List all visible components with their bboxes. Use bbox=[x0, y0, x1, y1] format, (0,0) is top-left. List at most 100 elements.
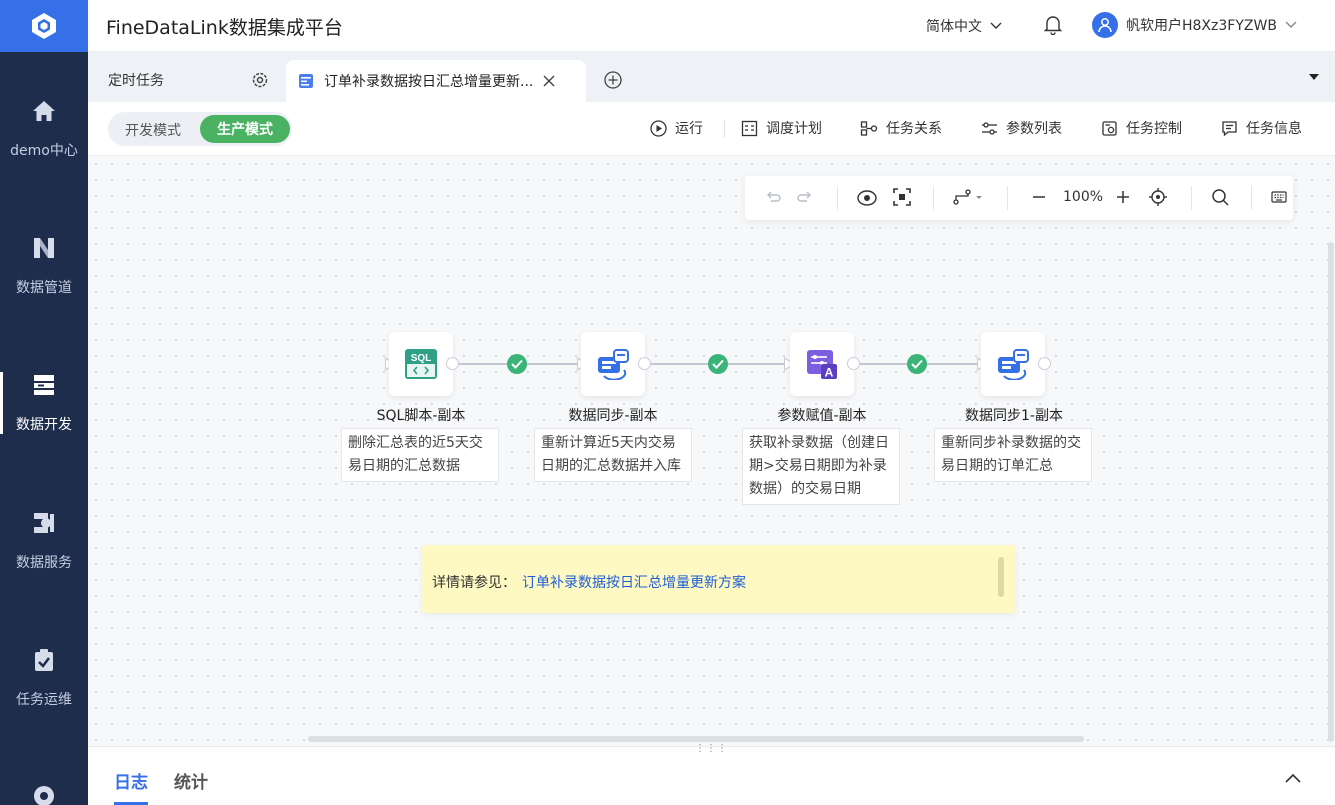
data-dev-icon bbox=[29, 370, 59, 400]
task-toolbar: 开发模式 生产模式 运行 调度计划 任务关系 参数列表 任务控制 任务信息 bbox=[88, 102, 1335, 156]
sliders-icon bbox=[982, 121, 997, 135]
tab-label: 订单补录数据按日汇总增量更新... bbox=[324, 74, 534, 90]
param-assign-icon: A bbox=[807, 350, 837, 380]
node-title: SQL脚本-副本 bbox=[376, 408, 466, 424]
logo[interactable] bbox=[0, 0, 88, 52]
sidebar-item-label: 数据服务 bbox=[16, 555, 72, 571]
zoom-out-icon[interactable] bbox=[1031, 188, 1047, 210]
dev-mode-option[interactable]: 开发模式 bbox=[125, 120, 181, 140]
node-title: 数据同步1-副本 bbox=[965, 408, 1063, 424]
chevron-up-icon[interactable] bbox=[1285, 771, 1301, 787]
success-check-icon bbox=[708, 354, 728, 374]
redo-icon[interactable] bbox=[797, 188, 815, 210]
sidebar-item-demo[interactable]: demo中心 bbox=[0, 96, 88, 206]
sidebar-item-label: 数据管道 bbox=[16, 280, 72, 296]
locate-icon[interactable] bbox=[1149, 188, 1167, 210]
sidebar-item-data-service[interactable]: 数据服务 bbox=[0, 508, 88, 618]
svg-text:A: A bbox=[825, 366, 834, 380]
undo-icon[interactable] bbox=[763, 188, 781, 210]
bell-icon[interactable] bbox=[1043, 15, 1063, 39]
flow-canvas[interactable]: 100% SQL SQL脚本-副本 删除汇总表的近5天交易日期的汇总数据 数据同… bbox=[88, 156, 1335, 746]
task-ops-icon bbox=[29, 645, 59, 675]
horizontal-scrollbar[interactable] bbox=[308, 736, 1084, 742]
close-icon[interactable] bbox=[543, 75, 555, 87]
sidebar-item-label: demo中心 bbox=[10, 143, 78, 159]
node-note: 重新计算近5天内交易日期的汇总数据并入库 bbox=[534, 428, 692, 482]
message-icon bbox=[1222, 120, 1237, 136]
relations-icon bbox=[860, 120, 878, 136]
mode-switch[interactable]: 开发模式 生产模式 bbox=[108, 112, 292, 146]
flow-node-data-sync[interactable] bbox=[581, 332, 645, 396]
resize-handle-icon[interactable]: ⋮⋮⋮ bbox=[695, 743, 728, 754]
home-icon bbox=[29, 96, 59, 126]
keyboard-icon[interactable] bbox=[1271, 190, 1287, 208]
canvas-toolbar: 100% bbox=[745, 176, 1293, 220]
node-output-port[interactable] bbox=[1038, 357, 1051, 370]
tab-list-dropdown-icon[interactable] bbox=[1309, 74, 1319, 80]
schedule-label: 调度计划 bbox=[766, 121, 822, 137]
add-tab-icon[interactable] bbox=[604, 71, 622, 93]
divider bbox=[724, 120, 725, 138]
flow-node-data-sync-1[interactable] bbox=[981, 332, 1045, 396]
divider bbox=[1251, 186, 1252, 210]
gear-icon[interactable] bbox=[251, 71, 269, 93]
param-list-button[interactable]: 参数列表 bbox=[981, 118, 1062, 138]
sidebar-item-task-ops[interactable]: 任务运维 bbox=[0, 645, 88, 755]
sidebar-item-pipeline[interactable]: 数据管道 bbox=[0, 233, 88, 343]
sidebar-item-data-dev[interactable]: 数据开发 bbox=[0, 370, 88, 480]
task-relations-button[interactable]: 任务关系 bbox=[860, 118, 942, 138]
node-title: 数据同步-副本 bbox=[568, 408, 658, 424]
params-label: 参数列表 bbox=[1006, 121, 1062, 137]
play-icon bbox=[650, 119, 667, 137]
tab-current-task[interactable]: 订单补录数据按日汇总增量更新... bbox=[286, 60, 586, 102]
node-output-port[interactable] bbox=[847, 357, 860, 370]
svg-text:SQL: SQL bbox=[411, 353, 432, 364]
flow-node-sql-script[interactable]: SQL bbox=[389, 332, 453, 396]
hint-note: 详情请参见： 订单补录数据按日汇总增量更新方案 bbox=[422, 545, 1016, 613]
view-eye-icon[interactable] bbox=[857, 188, 877, 210]
zoom-in-icon[interactable] bbox=[1115, 188, 1131, 210]
search-icon[interactable] bbox=[1211, 188, 1229, 210]
schedule-button[interactable]: 调度计划 bbox=[741, 118, 822, 138]
hint-label: 详情请参见： bbox=[432, 575, 516, 591]
relations-label: 任务关系 bbox=[886, 121, 942, 137]
node-note: 重新同步补录数据的交易日期的订单汇总 bbox=[934, 428, 1092, 482]
language-label: 简体中文 bbox=[926, 19, 982, 35]
zoom-level: 100% bbox=[1063, 189, 1104, 205]
task-file-icon bbox=[299, 74, 313, 88]
chevron-down-icon bbox=[990, 22, 1002, 29]
language-select[interactable]: 简体中文 bbox=[926, 16, 1002, 36]
settings-gear-icon[interactable] bbox=[30, 782, 58, 805]
run-button[interactable]: 运行 bbox=[650, 118, 703, 138]
connector-style-icon[interactable] bbox=[953, 188, 983, 210]
node-output-port[interactable] bbox=[446, 357, 459, 370]
control-label: 任务控制 bbox=[1126, 121, 1182, 137]
success-check-icon bbox=[507, 354, 527, 374]
prod-mode-option[interactable]: 生产模式 bbox=[200, 115, 290, 143]
cube-logo-icon bbox=[32, 13, 56, 39]
task-control-button[interactable]: 任务控制 bbox=[1101, 118, 1182, 138]
divider bbox=[933, 186, 934, 210]
user-menu[interactable]: 帆软用户H8Xz3FYZWB bbox=[1092, 12, 1297, 38]
flow-node-param-assign[interactable]: A bbox=[790, 332, 854, 396]
tab-log[interactable]: 日志 bbox=[114, 768, 148, 805]
hint-link[interactable]: 订单补录数据按日汇总增量更新方案 bbox=[522, 572, 746, 592]
fit-view-icon[interactable] bbox=[893, 188, 911, 210]
hint-scrollbar[interactable] bbox=[998, 557, 1004, 597]
success-check-icon bbox=[907, 354, 927, 374]
data-sync-icon bbox=[998, 349, 1029, 380]
tab-bar: 定时任务 订单补录数据按日汇总增量更新... bbox=[88, 52, 1335, 102]
task-info-button[interactable]: 任务信息 bbox=[1221, 118, 1302, 138]
tab-statistics[interactable]: 统计 bbox=[174, 768, 208, 793]
divider bbox=[1007, 186, 1008, 210]
sidebar: demo中心 数据管道 数据开发 数据服务 任务运维 bbox=[0, 0, 88, 805]
tab-scheduled-tasks[interactable]: 定时任务 bbox=[108, 70, 164, 90]
sidebar-item-label: 任务运维 bbox=[16, 692, 72, 708]
bottom-panel: ⋮⋮⋮ 日志 统计 bbox=[88, 743, 1335, 805]
node-title: 参数赋值-副本 bbox=[777, 408, 867, 424]
node-output-port[interactable] bbox=[638, 357, 651, 370]
vertical-scrollbar[interactable] bbox=[1325, 242, 1335, 742]
user-icon bbox=[1098, 18, 1112, 33]
user-name: 帆软用户H8Xz3FYZWB bbox=[1126, 18, 1277, 34]
sidebar-item-label: 数据开发 bbox=[16, 417, 72, 433]
